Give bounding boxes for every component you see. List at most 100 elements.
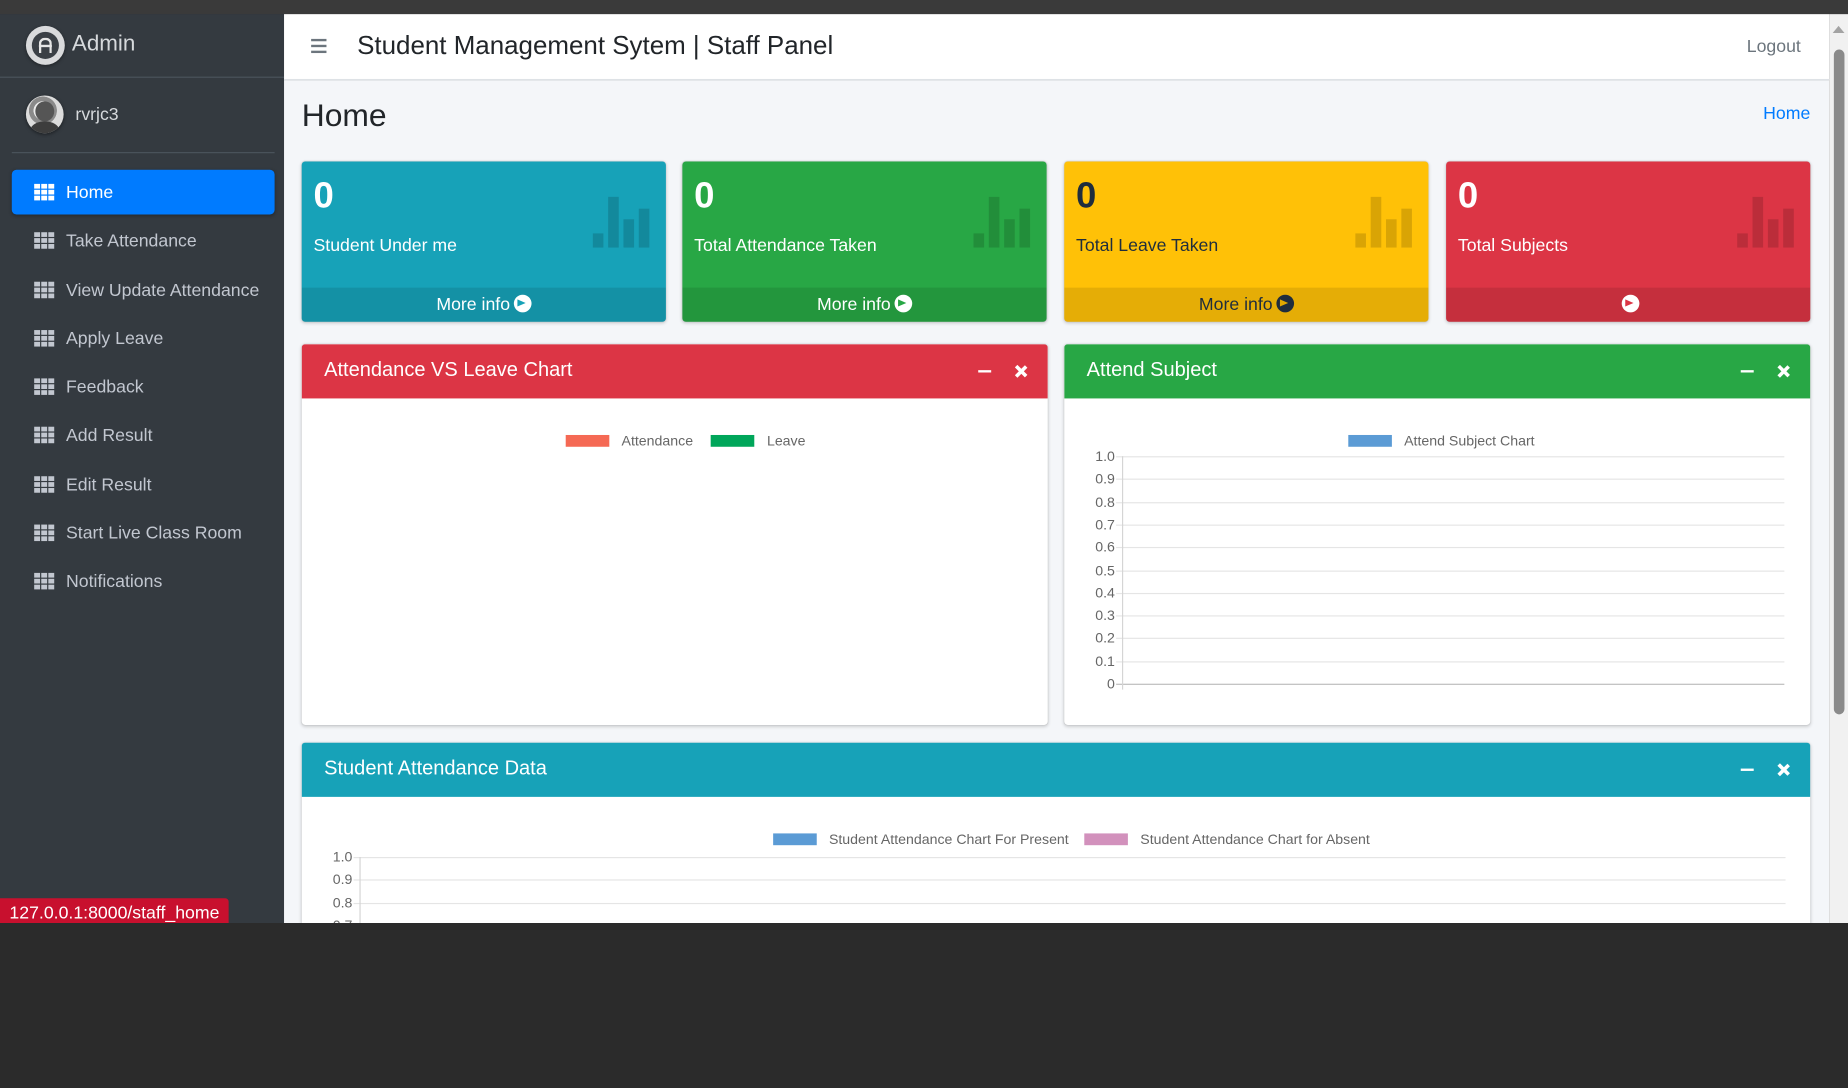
- grid-icon: [34, 573, 55, 590]
- bar-chart-icon: [1737, 196, 1794, 248]
- brand-logo-icon: [25, 25, 65, 65]
- y-axis-line: [1122, 456, 1124, 690]
- more-info-link[interactable]: [1446, 287, 1811, 322]
- sidebar-item-view-update-attendance[interactable]: View Update Attendance: [12, 267, 275, 312]
- sidebar: Admin rvrjc3 Home Take Attendance View Upd…: [0, 14, 285, 923]
- y-tick-label: 0.2: [1095, 629, 1115, 647]
- logout-link[interactable]: Logout: [1747, 37, 1801, 57]
- legend-swatch-attendance: [565, 434, 610, 447]
- collapse-icon[interactable]: [1740, 370, 1754, 373]
- y-tick-label: 0.1: [1095, 652, 1115, 670]
- content-wrapper: Home Home 0 Student Under me More info 0 Tot…: [284, 80, 1830, 923]
- sidebar-item-feedback[interactable]: Feedback: [12, 364, 275, 409]
- sidebar-item-label: Feedback: [66, 377, 144, 398]
- gridline: [1116, 592, 1785, 594]
- close-icon[interactable]: [1776, 763, 1790, 777]
- gridline: [1116, 660, 1785, 663]
- menu-toggle-icon[interactable]: [311, 38, 327, 54]
- card-title: Attendance VS Leave Chart: [324, 358, 573, 381]
- collapse-icon[interactable]: [1740, 768, 1754, 771]
- browser-top-strip: [0, 0, 1848, 15]
- gridline: [1116, 638, 1785, 640]
- grid-icon: [34, 281, 55, 298]
- gridline: [353, 856, 1786, 859]
- sidebar-item-edit-result[interactable]: Edit Result: [12, 462, 275, 507]
- gridline: [1116, 615, 1785, 617]
- y-tick-label: 0: [1107, 675, 1115, 692]
- sidebar-item-start-live-class-room[interactable]: Start Live Class Room: [12, 511, 275, 556]
- user-name[interactable]: rvrjc3: [75, 105, 118, 125]
- legend-label-present: Student Attendance Chart For Present: [828, 830, 1069, 848]
- stat-label: Total Attendance Taken: [694, 235, 877, 256]
- close-icon[interactable]: [1776, 364, 1790, 378]
- collapse-icon[interactable]: [978, 370, 992, 373]
- grid-icon: [34, 329, 55, 347]
- stat-box: 0 Total Subjects: [1446, 161, 1811, 322]
- stat-box: 0 Total Attendance Taken More info: [682, 161, 1047, 322]
- y-tick-label: 0.7: [317, 917, 353, 923]
- y-axis-line: [359, 856, 361, 923]
- y-tick-label: 0.9: [1095, 470, 1115, 488]
- grid-icon: [34, 183, 55, 201]
- chart-legend: Attendance Leave: [565, 431, 806, 449]
- y-tick-label: 0.8: [332, 894, 353, 911]
- arrow-circle-right-icon: [1621, 294, 1639, 313]
- page-scrollbar[interactable]: [1829, 14, 1848, 923]
- breadcrumb[interactable]: Home: [1763, 104, 1810, 124]
- y-tick-label: 0.8: [1095, 493, 1115, 510]
- legend-label-leave: Leave: [766, 432, 806, 449]
- user-panel: rvrjc3: [11, 79, 275, 154]
- arrow-circle-right-icon: [1276, 294, 1294, 313]
- gridline: [353, 902, 1786, 904]
- more-info-label: More info: [1198, 294, 1273, 315]
- stat-box: 0 Total Leave Taken More info: [1064, 161, 1429, 322]
- sidebar-item-label: View Update Attendance: [66, 280, 260, 301]
- more-info-label: More info: [436, 294, 511, 315]
- gridline: [353, 879, 1786, 881]
- card-title: Attend Subject: [1086, 358, 1217, 381]
- more-info-link[interactable]: More info: [301, 287, 666, 322]
- stat-count: 0: [1076, 174, 1097, 216]
- legend-swatch-attend-subject: [1348, 434, 1392, 447]
- y-tick-label: 0.6: [1095, 538, 1115, 556]
- scrollbar-thumb[interactable]: [1833, 49, 1845, 715]
- more-info-link[interactable]: More info: [1064, 287, 1429, 322]
- grid-icon: [34, 475, 55, 493]
- stat-count: 0: [694, 174, 715, 216]
- chart-legend: Student Attendance Chart For Present Stu…: [773, 830, 1370, 847]
- scroll-up-icon[interactable]: [1832, 25, 1845, 34]
- sidebar-item-label: Home: [66, 182, 114, 203]
- y-tick-label: 0.7: [1095, 516, 1115, 533]
- sidebar-item-add-result[interactable]: Add Result: [12, 413, 275, 458]
- legend-swatch-present: [773, 833, 817, 845]
- close-icon[interactable]: [1014, 364, 1028, 378]
- arrow-circle-right-icon: [894, 294, 912, 313]
- sidebar-item-take-attendance[interactable]: Take Attendance: [12, 218, 275, 263]
- card-title: Student Attendance Data: [324, 756, 547, 780]
- attendance-leave-card: Attendance VS Leave Chart Attendance Lea…: [301, 344, 1048, 725]
- stat-count: 0: [313, 174, 334, 216]
- more-info-link[interactable]: More info: [682, 287, 1047, 322]
- gridline: [1116, 456, 1785, 458]
- app-title: Student Management Sytem | Staff Panel: [357, 30, 834, 61]
- sidebar-item-notifications[interactable]: Notifications: [12, 559, 275, 604]
- brand-text: Admin: [71, 31, 136, 57]
- sidebar-nav: Home Take Attendance View Update Attendanc…: [11, 169, 275, 608]
- gridline: [1116, 524, 1785, 526]
- bar-chart-icon: [973, 196, 1031, 248]
- gridline: [1116, 501, 1785, 503]
- brand-link[interactable]: Admin: [0, 14, 285, 78]
- gridline: [1116, 547, 1785, 549]
- gridline: [1116, 478, 1785, 481]
- sidebar-item-label: Apply Leave: [66, 328, 164, 349]
- legend-swatch-leave: [711, 434, 755, 447]
- sidebar-item-label: Notifications: [66, 572, 163, 593]
- sidebar-item-apply-leave[interactable]: Apply Leave: [12, 316, 275, 361]
- browser-viewport: Admin rvrjc3 Home Take Attendance View Upd…: [0, 0, 1848, 923]
- legend-label-attendance: Attendance: [621, 432, 694, 449]
- legend-swatch-absent: [1084, 833, 1129, 845]
- sidebar-item-home[interactable]: Home: [11, 169, 275, 215]
- attend-subject-card: Attend Subject Attend Subject Chart 1.0 0…: [1064, 344, 1811, 725]
- card-header: Student Attendance Data: [301, 742, 1811, 797]
- card-header: Attend Subject: [1064, 344, 1811, 399]
